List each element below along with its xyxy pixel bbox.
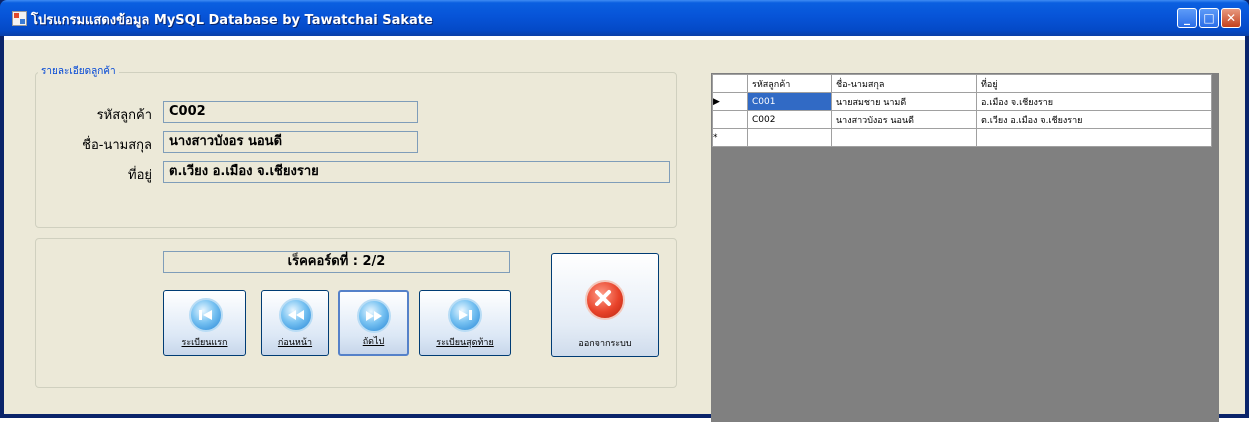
grid-cell[interactable]: นายสมชาย นามดี: [831, 92, 977, 111]
exit-button[interactable]: ออกจากระบบ: [551, 253, 659, 357]
grid-cell[interactable]: ต.เวียง อ.เมือง จ.เชียงราย: [976, 110, 1212, 129]
app-icon[interactable]: [12, 11, 27, 26]
first-record-icon: [189, 298, 223, 332]
grid-cell[interactable]: [976, 128, 1212, 147]
grid-table: รหัสลูกค้า ชื่อ-นามสกุล ที่อยู่ ▶ C001 น…: [712, 74, 1212, 147]
customer-address-field[interactable]: ต.เวียง อ.เมือง จ.เชียงราย: [163, 161, 670, 183]
grid-cell[interactable]: [747, 128, 832, 147]
form-body: รายละเอียดลูกค้า รหัสลูกค้า C002 ชื่อ-นา…: [4, 40, 1245, 422]
last-record-icon: [448, 298, 482, 332]
previous-record-button[interactable]: ก่อนหน้า: [261, 290, 329, 356]
window-title: โปรแกรมแสดงข้อมูล MySQL Database by Tawa…: [31, 13, 433, 28]
customer-name-field[interactable]: นางสาวบังอร นอนดี: [163, 131, 418, 153]
customer-data-grid[interactable]: รหัสลูกค้า ชื่อ-นามสกุล ที่อยู่ ▶ C001 น…: [711, 73, 1219, 422]
row-marker[interactable]: [712, 110, 748, 129]
current-row-marker[interactable]: ▶: [712, 92, 748, 111]
grid-header-row: รหัสลูกค้า ชื่อ-นามสกุล ที่อยู่: [712, 74, 1212, 93]
exit-icon: [585, 280, 625, 320]
customer-name-label: ชื่อ-นามสกุล: [82, 138, 152, 153]
last-record-button[interactable]: ระเบียนสุดท้าย: [419, 290, 511, 356]
new-row[interactable]: *: [712, 128, 1212, 147]
app-window: โปรแกรมแสดงข้อมูล MySQL Database by Tawa…: [0, 0, 1249, 422]
grid-cell[interactable]: นางสาวบังอร นอนดี: [831, 110, 977, 129]
first-record-button[interactable]: ระเบียนแรก: [163, 290, 246, 356]
customer-id-field[interactable]: C002: [163, 101, 418, 123]
client-area: รายละเอียดลูกค้า รหัสลูกค้า C002 ชื่อ-นา…: [4, 36, 1245, 422]
customer-id-label: รหัสลูกค้า: [96, 108, 152, 123]
record-indicator: เร็คคอร์ดที่ : 2/2: [163, 251, 510, 273]
column-header[interactable]: ชื่อ-นามสกุล: [831, 74, 977, 93]
close-button[interactable]: ✕: [1221, 8, 1241, 28]
exit-label: ออกจากระบบ: [578, 339, 632, 349]
table-row[interactable]: C002 นางสาวบังอร นอนดี ต.เวียง อ.เมือง จ…: [712, 110, 1212, 129]
new-row-marker[interactable]: *: [712, 128, 748, 147]
first-record-label: ระเบียนแรก: [181, 338, 228, 348]
previous-record-label: ก่อนหน้า: [277, 338, 313, 348]
grid-cell[interactable]: อ.เมือง จ.เชียงราย: [976, 92, 1212, 111]
previous-record-icon: [279, 298, 313, 332]
minimize-button[interactable]: _: [1177, 8, 1197, 28]
next-record-button[interactable]: ถัดไป: [338, 290, 409, 356]
maximize-button[interactable]: □: [1199, 8, 1219, 28]
grid-cell[interactable]: [831, 128, 977, 147]
column-header[interactable]: ที่อยู่: [976, 74, 1212, 93]
grid-cell[interactable]: C001: [747, 92, 832, 111]
column-header[interactable]: รหัสลูกค้า: [747, 74, 832, 93]
customer-address-label: ที่อยู่: [128, 168, 152, 183]
table-row[interactable]: ▶ C001 นายสมชาย นามดี อ.เมือง จ.เชียงราย: [712, 92, 1212, 111]
next-record-label: ถัดไป: [362, 337, 385, 347]
row-header-corner: [712, 74, 748, 93]
next-record-icon: [357, 299, 391, 333]
customer-details-title: รายละเอียดลูกค้า: [38, 64, 119, 79]
last-record-label: ระเบียนสุดท้าย: [436, 338, 494, 348]
title-bar[interactable]: โปรแกรมแสดงข้อมูล MySQL Database by Tawa…: [0, 0, 1249, 36]
grid-cell[interactable]: C002: [747, 110, 832, 129]
